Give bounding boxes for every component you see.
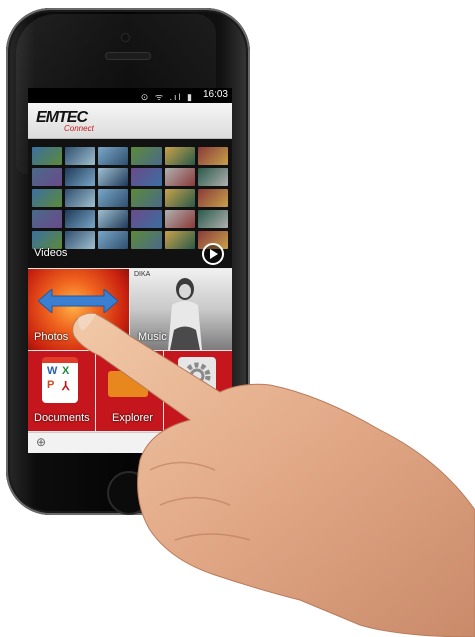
video-thumbnail — [98, 168, 129, 186]
video-thumbnail-wall — [32, 147, 228, 249]
smartphone-frame: ⊙ ᯤ .ıl ▮ 16:03 EMTEC Connect Videos Pho… — [6, 8, 250, 515]
video-thumbnail — [32, 168, 63, 186]
woman-photo — [168, 278, 202, 350]
office-documents-icon: W X P ⅄ — [42, 357, 78, 403]
video-thumbnail — [131, 168, 162, 186]
documents-tile-label: Documents — [34, 412, 90, 424]
video-thumbnail — [131, 189, 162, 207]
brand-sub-logo: Connect — [64, 124, 94, 133]
excel-letter: X — [62, 365, 70, 377]
music-tile-caption: DIKA — [134, 271, 151, 278]
video-thumbnail — [98, 147, 129, 165]
network-globe-icon[interactable]: ⊕ — [36, 435, 46, 449]
status-time: 16:03 — [202, 89, 228, 100]
video-thumbnail — [164, 189, 195, 207]
photos-tile[interactable]: Photos — [28, 269, 129, 350]
pdf-icon: ⅄ — [62, 379, 70, 393]
earpiece-speaker — [106, 53, 150, 59]
video-thumbnail — [197, 189, 228, 207]
app-header: EMTEC Connect — [28, 103, 232, 139]
settings-tile[interactable] — [164, 351, 232, 431]
explorer-tile[interactable]: Explorer — [96, 351, 163, 431]
status-icons: ⊙ ᯤ .ıl ▮ — [140, 92, 194, 102]
video-thumbnail — [98, 231, 129, 249]
video-thumbnail — [131, 147, 162, 165]
front-camera — [122, 34, 129, 41]
explorer-tile-label: Explorer — [112, 412, 153, 424]
powerpoint-letter: P — [47, 379, 55, 391]
settings-gear-icon — [178, 357, 216, 395]
video-thumbnail — [98, 189, 129, 207]
video-thumbnail — [131, 231, 162, 249]
play-icon[interactable] — [202, 243, 224, 265]
video-thumbnail — [164, 147, 195, 165]
video-thumbnail — [164, 168, 195, 186]
video-thumbnail — [197, 147, 228, 165]
video-thumbnail — [164, 231, 195, 249]
video-thumbnail — [131, 210, 162, 228]
word-letter: W — [47, 365, 58, 377]
video-thumbnail — [197, 168, 228, 186]
photos-tile-label: Photos — [34, 331, 69, 343]
swipe-arrow-icon — [38, 289, 118, 313]
videos-tile-label: Videos — [34, 247, 68, 259]
video-thumbnail — [65, 168, 96, 186]
app-screen: ⊙ ᯤ .ıl ▮ 16:03 EMTEC Connect Videos Pho… — [28, 88, 232, 453]
videos-tile[interactable]: Videos — [28, 139, 232, 268]
music-tile[interactable]: DIKA Music — [130, 269, 232, 350]
video-thumbnail — [32, 189, 63, 207]
folder-icon — [108, 371, 148, 397]
video-thumbnail — [32, 210, 63, 228]
video-thumbnail — [65, 147, 96, 165]
music-tile-label: Music — [138, 331, 167, 343]
video-thumbnail — [197, 210, 228, 228]
bottom-bar: ⊕ — [28, 432, 232, 453]
video-thumbnail — [65, 231, 96, 249]
status-bar: ⊙ ᯤ .ıl ▮ 16:03 — [28, 88, 232, 103]
video-thumbnail — [98, 210, 129, 228]
video-thumbnail — [164, 210, 195, 228]
video-thumbnail — [32, 147, 63, 165]
video-thumbnail — [65, 210, 96, 228]
documents-tile[interactable]: W X P ⅄ Documents — [28, 351, 95, 431]
video-thumbnail — [65, 189, 96, 207]
home-button[interactable] — [109, 473, 149, 513]
